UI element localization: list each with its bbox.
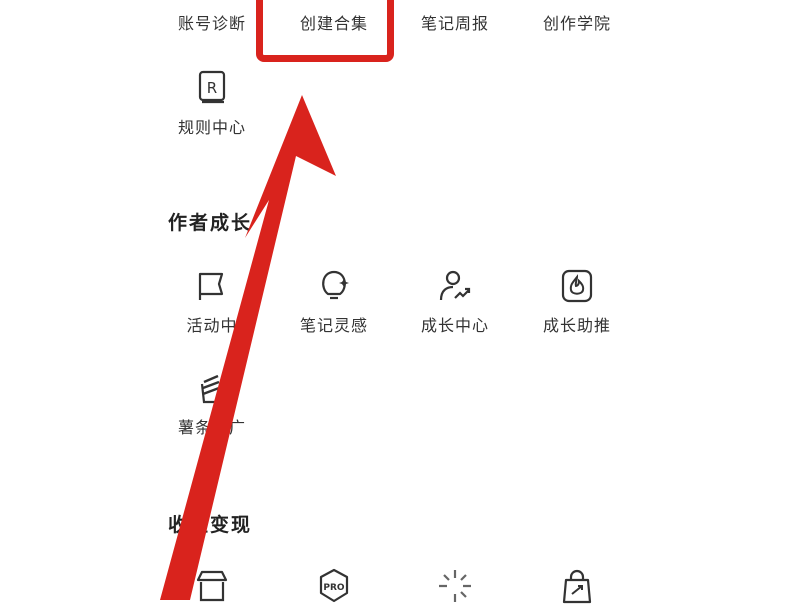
note-inspiration-item[interactable]: 笔记灵感 [279,266,389,336]
pro-badge-text: PRO [323,583,345,593]
creator-academy-item[interactable]: 创作学院 [522,10,632,34]
rules-center-label: 规则中心 [177,118,246,137]
note-weekly-report-label: 笔记周报 [420,14,489,33]
growth-center-item[interactable]: 成长中心 [400,266,510,336]
svg-text:R: R [207,79,217,97]
pro-icon: PRO [319,568,349,603]
shop-item[interactable] [157,566,267,612]
note-inspiration-label: 笔记灵感 [299,316,368,335]
sparkle-item[interactable] [400,566,510,612]
monetization-title: 收益变现 [168,514,253,536]
growth-center-label: 成长中心 [420,316,489,335]
note-weekly-report-item[interactable]: 笔记周报 [400,10,510,34]
rules-icon: R [198,70,226,104]
lightbulb-icon [322,270,349,300]
shopping-bag-item[interactable] [522,566,632,612]
flag-icon [198,272,224,300]
account-diagnosis-item[interactable]: 账号诊断 [157,10,267,34]
shop-icon [196,570,228,602]
creator-academy-label: 创作学院 [542,14,611,33]
flame-icon [561,269,593,303]
shopping-bag-icon [562,569,592,604]
fries-icon [200,374,224,404]
rules-center-item[interactable]: R 规则中心 [157,68,267,138]
growth-boost-item[interactable]: 成长助推 [522,266,632,336]
fries-promotion-item[interactable]: 薯条推广 [157,368,267,438]
fries-promotion-label: 薯条推广 [177,418,246,437]
activity-center-item[interactable]: 活动中 [157,266,267,336]
highlight-box [256,0,394,62]
sparkle-icon [439,570,471,602]
pro-item[interactable]: PRO [279,566,389,612]
author-growth-title: 作者成长 [168,212,253,234]
user-growth-icon [439,270,471,301]
growth-boost-label: 成长助推 [542,316,611,335]
activity-center-label: 活动中 [186,316,238,335]
account-diagnosis-label: 账号诊断 [177,14,246,33]
